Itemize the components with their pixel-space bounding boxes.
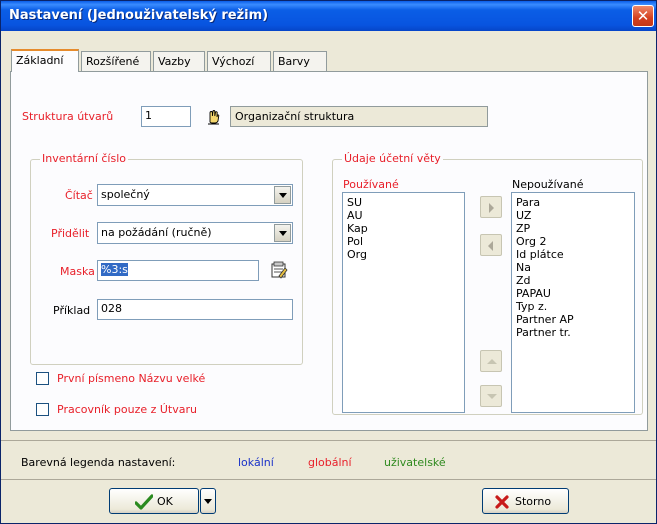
list-item[interactable]: Partner tr. xyxy=(516,326,630,339)
list-item[interactable]: SU xyxy=(347,196,460,209)
list-item[interactable]: Pol xyxy=(347,235,460,248)
list-item[interactable]: Kap xyxy=(347,222,460,235)
arrow-up-icon xyxy=(487,359,497,364)
move-right-button[interactable] xyxy=(480,196,502,218)
prvni-pismeno-label[interactable]: První písmeno Názvu velké xyxy=(57,372,205,385)
settings-dialog: Nastavení (Jednouživatelský režim) ✕ Zák… xyxy=(0,0,657,524)
separator xyxy=(1,440,656,441)
list-item[interactable]: Zd xyxy=(516,274,630,287)
arrow-right-icon xyxy=(489,203,494,213)
ok-label: OK xyxy=(157,495,173,508)
ok-button[interactable]: OK xyxy=(109,488,199,514)
storno-button[interactable]: Storno xyxy=(482,488,569,514)
checkmark-icon xyxy=(135,494,153,510)
move-left-button[interactable] xyxy=(480,234,502,256)
used-list[interactable]: SU AU Kap Pol Org xyxy=(342,192,465,413)
struktura-input[interactable]: 1 xyxy=(141,106,191,127)
list-item[interactable]: Org 2 xyxy=(516,235,630,248)
arrow-left-icon xyxy=(488,241,493,251)
separator xyxy=(1,479,656,480)
list-item[interactable]: Org xyxy=(347,248,460,261)
chevron-down-icon[interactable] xyxy=(274,224,291,242)
ucetni-vety-legend: Údaje účetní věty xyxy=(342,152,443,165)
window-title: Nastavení (Jednouživatelský režim) xyxy=(9,8,269,23)
tab-zakladni[interactable]: Základní xyxy=(11,49,79,72)
hand-pointer-icon[interactable] xyxy=(204,107,222,125)
list-item[interactable]: Typ z. xyxy=(516,300,630,313)
maska-value: %3:s xyxy=(101,263,128,276)
list-item[interactable]: Na xyxy=(516,261,630,274)
chevron-down-icon[interactable] xyxy=(274,186,291,204)
tab-barvy[interactable]: Barvy xyxy=(273,51,327,71)
legend-global: globální xyxy=(308,456,352,469)
inventarni-cislo-legend: Inventární číslo xyxy=(40,152,128,165)
list-item[interactable]: UZ xyxy=(516,209,630,222)
unused-list[interactable]: Para UZ ZP Org 2 Id plátce Na Zd PAPAU T… xyxy=(511,192,635,413)
tab-rozsirene[interactable]: Rozšířené xyxy=(81,51,151,71)
citac-select[interactable]: společný xyxy=(97,184,293,206)
pridelit-label: Přidělit xyxy=(51,227,90,240)
struktura-name-field: Organizační struktura xyxy=(230,106,488,127)
chevron-down-icon xyxy=(204,499,212,504)
list-item[interactable]: ZP xyxy=(516,222,630,235)
ok-dropdown-button[interactable] xyxy=(200,488,216,514)
priklad-input[interactable]: 028 xyxy=(97,299,293,320)
tab-panel-zakladni: Struktura útvarů 1 Organizační struktura… xyxy=(10,71,648,431)
cancel-x-icon xyxy=(495,495,509,509)
maska-label: Maska xyxy=(60,265,95,278)
citac-value: společný xyxy=(101,188,150,201)
prvni-pismeno-checkbox[interactable] xyxy=(36,372,49,385)
citac-label: Čítač xyxy=(65,189,93,202)
legend-local: lokální xyxy=(238,456,274,469)
maska-input[interactable]: %3:s xyxy=(97,260,259,281)
move-up-button[interactable] xyxy=(480,350,502,372)
legend-user: uživatelské xyxy=(384,456,446,469)
arrow-down-icon xyxy=(487,394,497,399)
list-item[interactable]: PAPAU xyxy=(516,287,630,300)
tab-vazby[interactable]: Vazby xyxy=(153,51,205,71)
title-bar[interactable]: Nastavení (Jednouživatelský režim) ✕ xyxy=(1,1,656,31)
pridelit-value: na požádání (ručně) xyxy=(101,226,212,239)
tab-vychozi[interactable]: Výchozí xyxy=(207,51,271,71)
list-item[interactable]: AU xyxy=(347,209,460,222)
list-item[interactable]: Partner AP xyxy=(516,313,630,326)
edit-mask-icon[interactable] xyxy=(269,260,289,280)
list-item[interactable]: Para xyxy=(516,196,630,209)
close-icon[interactable]: ✕ xyxy=(632,5,654,27)
legend-bar-label: Barevná legenda nastavení: xyxy=(21,456,176,469)
pracovnik-label[interactable]: Pracovník pouze z Útvaru xyxy=(57,403,197,416)
list-item[interactable]: Id plátce xyxy=(516,248,630,261)
pracovnik-checkbox[interactable] xyxy=(36,403,49,416)
struktura-label: Struktura útvarů xyxy=(22,110,114,123)
priklad-label: Příklad xyxy=(53,304,91,317)
unused-label: Nepoužívané xyxy=(512,178,584,191)
storno-label: Storno xyxy=(515,495,552,508)
move-down-button[interactable] xyxy=(480,385,502,407)
used-label: Používané xyxy=(343,178,399,191)
pridelit-select[interactable]: na požádání (ručně) xyxy=(97,222,293,244)
